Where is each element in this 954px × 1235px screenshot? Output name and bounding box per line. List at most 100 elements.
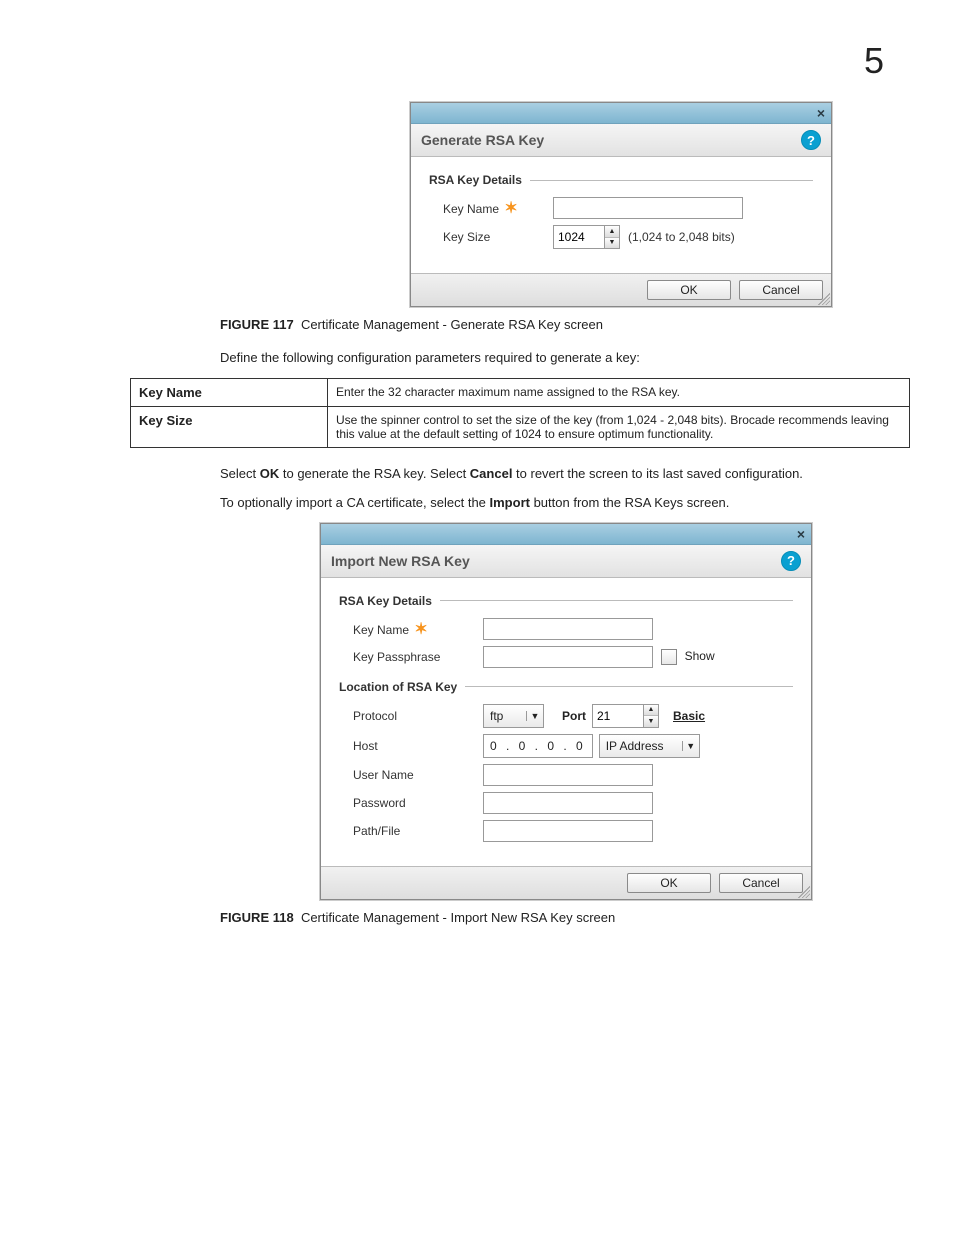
section-rsa-key-details: RSA Key Details <box>429 173 813 187</box>
key-size-label: Key Size <box>429 230 553 244</box>
dialog-top-bar: × <box>321 524 811 545</box>
section-location: Location of RSA Key <box>339 680 793 694</box>
paragraph-select-ok: Select OK to generate the RSA key. Selec… <box>220 464 894 484</box>
key-name-label: Key Name ✶ <box>339 619 483 639</box>
divider <box>465 686 793 687</box>
cell-key-size: Key Size <box>131 406 328 447</box>
dialog-title: Import New RSA Key <box>331 553 470 569</box>
key-size-value[interactable] <box>554 226 604 248</box>
generate-rsa-key-dialog: × Generate RSA Key ? RSA Key Details Key… <box>410 102 832 307</box>
divider <box>440 600 793 601</box>
password-label: Password <box>339 796 483 810</box>
port-value[interactable] <box>593 705 643 727</box>
close-icon[interactable]: × <box>817 105 825 121</box>
row-user-name: User Name <box>339 764 793 786</box>
section-label: Location of RSA Key <box>339 680 457 694</box>
row-host: Host 0 . 0 . 0 . 0 IP Address ▼ <box>339 734 793 758</box>
help-icon[interactable]: ? <box>801 130 821 150</box>
dialog-footer: OK Cancel <box>321 866 811 899</box>
text-bold: Import <box>490 495 530 510</box>
figure-number: FIGURE 118 <box>220 910 294 925</box>
port-spinner[interactable]: ▲ ▼ <box>592 704 659 728</box>
spinner-arrows[interactable]: ▲ ▼ <box>643 705 658 727</box>
show-label: Show <box>685 649 715 663</box>
dialog-body: RSA Key Details Key Name ✶ Key Passphras… <box>321 578 811 866</box>
ok-button[interactable]: OK <box>647 280 731 300</box>
protocol-value: ftp <box>484 709 526 723</box>
arrow-up-icon[interactable]: ▲ <box>644 705 658 717</box>
figure-number: FIGURE 117 <box>220 317 294 332</box>
cell-key-name-desc: Enter the 32 character maximum name assi… <box>328 378 910 406</box>
dialog-top-bar: × <box>411 103 831 124</box>
arrow-down-icon[interactable]: ▼ <box>605 238 619 249</box>
params-table: Key Name Enter the 32 character maximum … <box>130 378 910 448</box>
row-key-name: Key Name ✶ <box>339 618 793 640</box>
required-star-icon: ✶ <box>504 200 517 217</box>
port-label: Port <box>562 709 586 723</box>
text: to revert the screen to its last saved c… <box>512 466 802 481</box>
user-name-label: User Name <box>339 768 483 782</box>
table-row: Key Name Enter the 32 character maximum … <box>131 378 910 406</box>
protocol-select[interactable]: ftp ▼ <box>483 704 544 728</box>
arrow-up-icon[interactable]: ▲ <box>605 226 619 238</box>
text: Select <box>220 466 260 481</box>
key-name-label: Key Name ✶ <box>429 198 553 218</box>
text-bold: Cancel <box>470 466 513 481</box>
key-size-spinner[interactable]: ▲ ▼ <box>553 225 620 249</box>
paragraph-import: To optionally import a CA certificate, s… <box>220 493 894 513</box>
row-path-file: Path/File <box>339 820 793 842</box>
protocol-label: Protocol <box>339 709 483 723</box>
dialog-footer: OK Cancel <box>411 273 831 306</box>
row-key-passphrase: Key Passphrase Show <box>339 646 793 668</box>
user-name-input[interactable] <box>483 764 653 786</box>
dialog-body: RSA Key Details Key Name ✶ Key Size ▲ ▼ … <box>411 157 831 273</box>
ok-button[interactable]: OK <box>627 873 711 893</box>
text: button from the RSA Keys screen. <box>530 495 729 510</box>
paragraph-define: Define the following configuration param… <box>220 348 894 368</box>
label-text: Key Name <box>443 202 499 216</box>
path-file-input[interactable] <box>483 820 653 842</box>
help-icon[interactable]: ? <box>781 551 801 571</box>
required-star-icon: ✶ <box>414 621 427 638</box>
host-ip-input[interactable]: 0 . 0 . 0 . 0 <box>483 734 593 758</box>
section-label: RSA Key Details <box>339 594 432 608</box>
cancel-button[interactable]: Cancel <box>719 873 803 893</box>
row-key-size: Key Size ▲ ▼ (1,024 to 2,048 bits) <box>429 225 813 249</box>
ip-type-select[interactable]: IP Address ▼ <box>599 734 700 758</box>
text: to generate the RSA key. Select <box>279 466 470 481</box>
text-bold: OK <box>260 466 280 481</box>
key-size-hint: (1,024 to 2,048 bits) <box>628 230 735 244</box>
ip-type-value: IP Address <box>600 739 682 753</box>
path-file-label: Path/File <box>339 824 483 838</box>
key-passphrase-input[interactable] <box>483 646 653 668</box>
show-checkbox-wrap[interactable]: Show <box>661 648 715 665</box>
arrow-down-icon[interactable]: ▼ <box>644 716 658 727</box>
dialog-title-bar: Generate RSA Key ? <box>411 124 831 157</box>
basic-link[interactable]: Basic <box>673 709 705 723</box>
divider <box>530 180 813 181</box>
section-rsa-key-details: RSA Key Details <box>339 594 793 608</box>
row-protocol: Protocol ftp ▼ Port ▲ ▼ Basic <box>339 704 793 728</box>
show-checkbox[interactable] <box>661 649 677 665</box>
page-number: 5 <box>60 40 894 82</box>
dialog-title-bar: Import New RSA Key ? <box>321 545 811 578</box>
figure-text: Certificate Management - Import New RSA … <box>301 910 615 925</box>
chevron-down-icon[interactable]: ▼ <box>526 711 543 721</box>
key-name-input[interactable] <box>483 618 653 640</box>
key-passphrase-label: Key Passphrase <box>339 650 483 664</box>
section-label: RSA Key Details <box>429 173 522 187</box>
cell-key-size-desc: Use the spinner control to set the size … <box>328 406 910 447</box>
figure-117-caption: FIGURE 117 Certificate Management - Gene… <box>220 317 894 332</box>
chevron-down-icon[interactable]: ▼ <box>682 741 699 751</box>
password-input[interactable] <box>483 792 653 814</box>
row-key-name: Key Name ✶ <box>429 197 813 219</box>
figure-118-caption: FIGURE 118 Certificate Management - Impo… <box>220 910 894 925</box>
label-text: Key Name <box>353 623 409 637</box>
spinner-arrows[interactable]: ▲ ▼ <box>604 226 619 248</box>
cell-key-name: Key Name <box>131 378 328 406</box>
resize-grip-icon[interactable] <box>798 886 810 898</box>
resize-grip-icon[interactable] <box>818 293 830 305</box>
cancel-button[interactable]: Cancel <box>739 280 823 300</box>
key-name-input[interactable] <box>553 197 743 219</box>
close-icon[interactable]: × <box>797 526 805 542</box>
